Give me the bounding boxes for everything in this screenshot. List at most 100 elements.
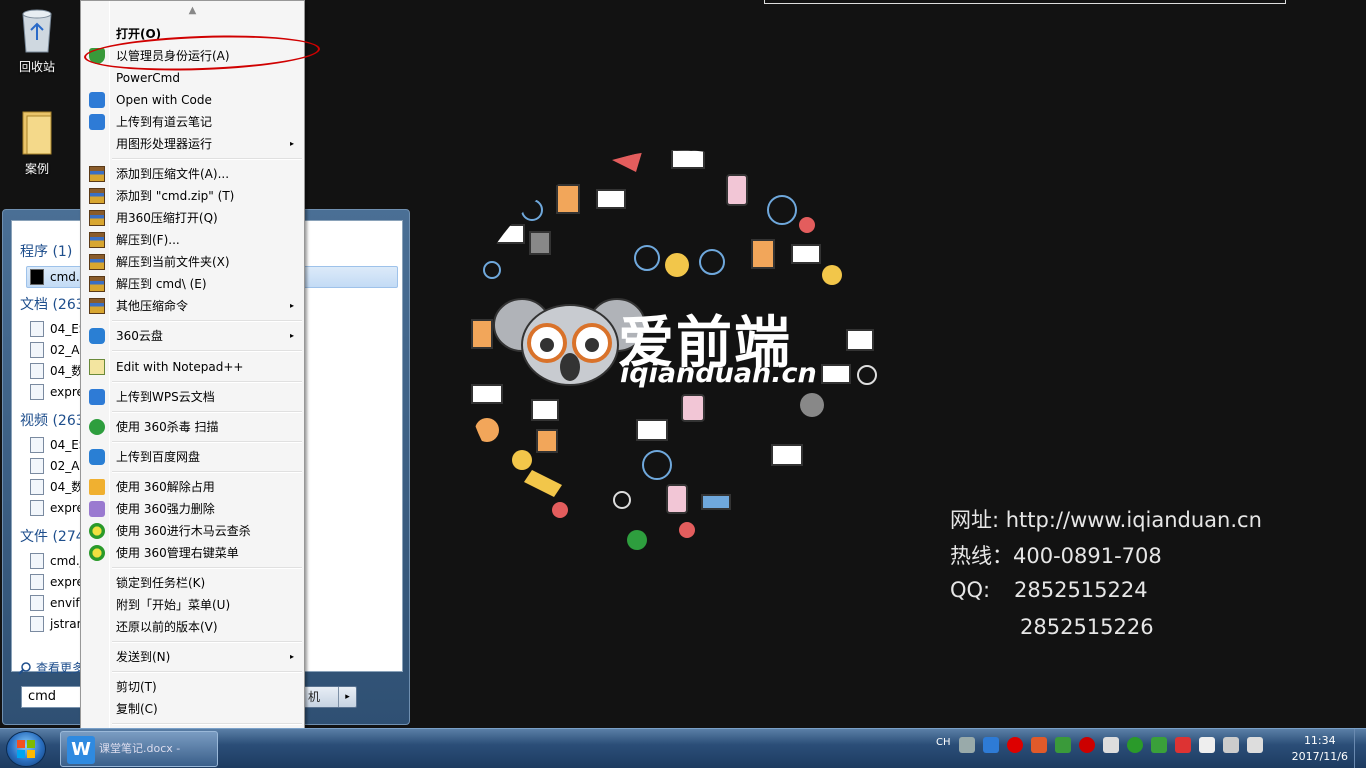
- list-item[interactable]: expre: [30, 498, 84, 518]
- usb-icon[interactable]: [1198, 737, 1215, 753]
- 360-shredder-icon: [89, 501, 105, 517]
- keyboard-icon[interactable]: [958, 737, 975, 753]
- list-item[interactable]: cmd.e: [30, 267, 87, 287]
- 360-antivirus-icon: [89, 419, 105, 435]
- menu-separator: [112, 441, 302, 443]
- menu-separator: [112, 671, 302, 673]
- menu-item-360-cloud[interactable]: 360云盘 ▸: [83, 325, 302, 347]
- menu-item-wps-cloud[interactable]: 上传到WPS云文档: [83, 386, 302, 408]
- menu-scroll-up[interactable]: ▲: [81, 3, 304, 19]
- menu-item-powercmd[interactable]: PowerCmd: [83, 67, 302, 89]
- list-item[interactable]: cmd.j: [30, 551, 83, 571]
- tool-icon[interactable]: [1030, 737, 1047, 753]
- network-icon[interactable]: [1222, 737, 1239, 753]
- list-item[interactable]: 04_ES: [30, 319, 86, 339]
- list-item[interactable]: 04_数: [30, 361, 83, 381]
- see-more-results[interactable]: 查看更多: [18, 659, 84, 676]
- record-icon[interactable]: [1006, 737, 1023, 753]
- context-menu: ▲ 打开(O) 以管理员身份运行(A) PowerCmd Open with C…: [80, 0, 305, 749]
- volume-icon[interactable]: [1246, 737, 1263, 753]
- file-icon: [30, 458, 44, 474]
- start-button[interactable]: [6, 731, 46, 767]
- recycle-bin-icon: [22, 9, 52, 53]
- section-videos[interactable]: 视频 (263: [20, 410, 85, 430]
- cube-icon[interactable]: [982, 737, 999, 753]
- shutdown-label: 机: [308, 690, 321, 704]
- menu-item-extract-to[interactable]: 解压到(F)...: [83, 229, 302, 251]
- stop-icon[interactable]: [1078, 737, 1095, 753]
- shutdown-button[interactable]: 机 ▸: [303, 686, 357, 708]
- winrar-icon: [89, 166, 105, 182]
- section-files[interactable]: 文件 (274: [20, 526, 85, 546]
- menu-item-youdao-note[interactable]: 上传到有道云笔记: [83, 111, 302, 133]
- shutdown-options-arrow[interactable]: ▸: [338, 687, 356, 707]
- system-tray: CH: [936, 737, 1263, 753]
- menu-item-gpu-run[interactable]: 用图形处理器运行 ▸: [83, 133, 302, 155]
- menu-item-copy[interactable]: 复制(C): [83, 698, 302, 720]
- file-icon: [30, 595, 44, 611]
- 360-safe-tray-icon[interactable]: [1126, 737, 1143, 753]
- menu-item-360-manage-menu[interactable]: 使用 360管理右键菜单: [83, 542, 302, 564]
- list-item[interactable]: 04_ES: [30, 435, 86, 455]
- menu-separator: [112, 320, 302, 322]
- file-icon: [30, 616, 44, 632]
- menu-item-pin-start[interactable]: 附到「开始」菜单(U): [83, 594, 302, 616]
- menu-item-baidu-pan[interactable]: 上传到百度网盘: [83, 446, 302, 468]
- menu-separator: [112, 723, 302, 725]
- list-item[interactable]: expre: [30, 572, 84, 592]
- taskbar-app-word[interactable]: W 课堂笔记.docx -: [60, 731, 218, 767]
- list-item[interactable]: jstran: [30, 614, 84, 634]
- brand-url: iqianduan.cn: [620, 358, 817, 389]
- list-item[interactable]: expre: [30, 382, 84, 402]
- section-documents[interactable]: 文档 (263: [20, 294, 85, 314]
- winrar-icon: [89, 254, 105, 270]
- clock[interactable]: 11:34 2017/11/6: [1292, 733, 1348, 765]
- search-icon: [18, 661, 31, 675]
- menu-item-360-trojan-scan[interactable]: 使用 360进行木马云查杀: [83, 520, 302, 542]
- taskbar: W 课堂笔记.docx - CH 11:34 2017/11/6: [0, 728, 1366, 768]
- submenu-arrow-icon: ▸: [289, 331, 294, 340]
- menu-item-pin-taskbar[interactable]: 锁定到任务栏(K): [83, 572, 302, 594]
- shield-icon[interactable]: [1150, 737, 1167, 753]
- submenu-arrow-icon: ▸: [289, 301, 294, 310]
- menu-item-add-to-cmd-zip[interactable]: 添加到 "cmd.zip" (T): [83, 185, 302, 207]
- desktop-icon-label: 回收站: [18, 60, 55, 74]
- menu-item-notepadpp[interactable]: Edit with Notepad++: [83, 356, 302, 378]
- winrar-icon: [89, 232, 105, 248]
- menu-separator: [112, 567, 302, 569]
- section-programs[interactable]: 程序 (1): [20, 241, 72, 261]
- menu-item-open-with-code[interactable]: Open with Code: [83, 89, 302, 111]
- menu-item-360-unlock[interactable]: 使用 360解除占用: [83, 476, 302, 498]
- flag-icon[interactable]: [1174, 737, 1191, 753]
- language-indicator[interactable]: CH: [936, 737, 951, 753]
- desktop-icon-folder[interactable]: 案例: [2, 108, 72, 177]
- file-icon: [30, 363, 44, 379]
- submenu-arrow-icon: ▸: [289, 652, 294, 661]
- menu-item-add-to-archive[interactable]: 添加到压缩文件(A)...: [83, 163, 302, 185]
- show-desktop-button[interactable]: [1354, 729, 1366, 768]
- file-icon: [30, 553, 44, 569]
- pencil-icon[interactable]: [1054, 737, 1071, 753]
- winrar-icon: [89, 276, 105, 292]
- menu-item-360-scan[interactable]: 使用 360杀毒 扫描: [83, 416, 302, 438]
- menu-item-360-force-delete[interactable]: 使用 360强力删除: [83, 498, 302, 520]
- chat-icon[interactable]: [1102, 737, 1119, 753]
- menu-item-cut[interactable]: 剪切(T): [83, 676, 302, 698]
- menu-item-open-with-360zip[interactable]: 用360压缩打开(Q): [83, 207, 302, 229]
- menu-item-extract-to-cmd[interactable]: 解压到 cmd\ (E): [83, 273, 302, 295]
- contact-website: 网址: http://www.iqianduan.cn: [950, 508, 1262, 532]
- menu-item-send-to[interactable]: 发送到(N) ▸: [83, 646, 302, 668]
- contact-qq-1: 2852515224: [1014, 578, 1148, 602]
- file-icon: [30, 574, 44, 590]
- menu-item-restore-versions[interactable]: 还原以前的版本(V): [83, 616, 302, 638]
- list-item[interactable]: 04_数: [30, 477, 83, 497]
- file-icon: [30, 437, 44, 453]
- contact-qq-label: QQ:: [950, 578, 991, 602]
- menu-item-other-compress[interactable]: 其他压缩命令 ▸: [83, 295, 302, 317]
- desktop-icon-recycle-bin[interactable]: 回收站: [2, 6, 72, 75]
- vscode-icon: [89, 92, 105, 108]
- file-icon: [30, 384, 44, 400]
- menu-item-extract-here[interactable]: 解压到当前文件夹(X): [83, 251, 302, 273]
- list-item[interactable]: envify: [30, 593, 87, 613]
- winrar-icon: [89, 188, 105, 204]
